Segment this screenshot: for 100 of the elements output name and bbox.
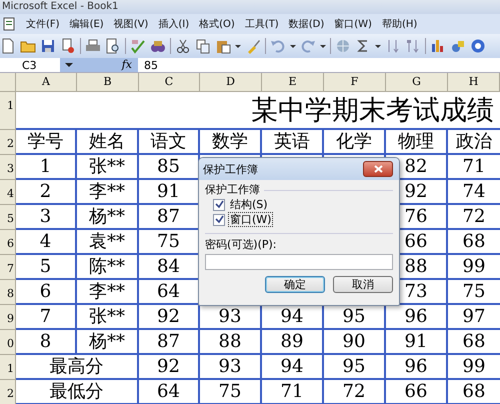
row-header[interactable]: 7 <box>0 255 16 280</box>
name-box[interactable]: C3 <box>0 58 60 72</box>
menu-item[interactable]: 文件(F) <box>26 17 60 31</box>
table-cell: 76 <box>404 206 428 226</box>
close-icon <box>374 165 382 173</box>
row-header[interactable]: 2 <box>0 130 16 155</box>
table-cell: 张** <box>89 156 125 176</box>
cut-icon[interactable] <box>175 38 191 54</box>
table-cell: 5 <box>40 256 52 276</box>
print-preview-icon[interactable] <box>105 38 121 54</box>
table-cell: 72 <box>342 382 366 402</box>
column-header[interactable]: E <box>262 73 324 92</box>
menu-item[interactable]: 格式(O) <box>199 17 235 31</box>
formula-field[interactable]: 85 <box>138 58 500 72</box>
table-cell: 88 <box>404 256 428 276</box>
menu-item[interactable]: 窗口(W) <box>334 17 372 31</box>
table-cell: 姓名 <box>89 132 125 152</box>
column-header[interactable]: H <box>448 73 500 92</box>
document-icon[interactable] <box>2 17 16 31</box>
table-cell: 物理 <box>398 132 434 152</box>
table-cell: 最低分 <box>50 382 104 402</box>
row-header[interactable]: 0 <box>0 330 16 355</box>
close-button[interactable] <box>363 161 393 177</box>
column-header[interactable]: G <box>386 73 448 92</box>
spelling-icon[interactable] <box>130 38 146 54</box>
table-cell: 66 <box>404 382 428 402</box>
table-cell: 92 <box>157 306 180 326</box>
table-cell: 89 <box>280 332 304 352</box>
table-cell: 85 <box>157 156 180 176</box>
column-header[interactable]: A <box>16 73 77 92</box>
table-cell: 政治 <box>456 132 492 152</box>
field-label: 密码(可选)(P): <box>205 238 278 252</box>
help-icon[interactable] <box>470 38 486 54</box>
table-cell: 96 <box>404 356 428 376</box>
checkbox[interactable] <box>213 214 225 226</box>
column-header[interactable]: C <box>139 73 200 92</box>
password-field[interactable] <box>205 254 393 270</box>
table-cell: 99 <box>462 256 486 276</box>
name-box-dropdown[interactable] <box>60 58 78 72</box>
caret-icon <box>65 62 73 68</box>
menu-item[interactable]: 工具(T) <box>244 17 279 31</box>
column-header[interactable]: D <box>200 73 262 92</box>
row-header[interactable]: 2 <box>0 380 16 404</box>
table-cell: 数学 <box>212 132 248 152</box>
print-icon[interactable] <box>85 38 101 54</box>
paste-icon[interactable] <box>215 38 231 54</box>
column-header[interactable]: F <box>324 73 386 92</box>
copy-icon[interactable] <box>195 38 211 54</box>
table-cell: 94 <box>280 306 304 326</box>
table-cell: 71 <box>280 382 304 402</box>
window-title: Microsoft Excel - Book1 <box>2 1 118 13</box>
row-header[interactable]: 4 <box>0 180 16 205</box>
table-cell: 6 <box>40 282 52 302</box>
menu-item[interactable]: 帮助(H) <box>382 17 418 31</box>
table-cell: 97 <box>462 306 486 326</box>
menu-item[interactable]: 编辑(E) <box>70 17 104 31</box>
ok-button[interactable]: 确定 <box>265 276 325 293</box>
row-header[interactable]: 1 <box>0 92 16 130</box>
table-cell: 92 <box>404 182 428 202</box>
table-cell: 袁** <box>89 232 125 252</box>
table-cell: 93 <box>218 356 242 376</box>
menu-item[interactable]: 数据(D) <box>288 17 324 31</box>
row-header[interactable]: 8 <box>0 280 16 305</box>
chart-icon[interactable] <box>430 38 446 54</box>
checkbox[interactable] <box>213 198 225 210</box>
table-cell: 3 <box>40 206 52 226</box>
table-cell: 英语 <box>274 132 310 152</box>
row-header[interactable]: 1 <box>0 355 16 380</box>
column-header[interactable]: B <box>77 73 139 92</box>
dialog-title: 保护工作簿 <box>203 162 258 176</box>
drawing-icon[interactable] <box>450 38 466 54</box>
group-label: 保护工作簿 <box>205 183 260 197</box>
row-header[interactable]: 3 <box>0 155 16 180</box>
insert-function-button[interactable]: fx <box>78 58 138 72</box>
sheet-title: 某中学期末考试成绩 <box>251 94 494 128</box>
save-icon[interactable] <box>40 38 56 54</box>
table-cell: 68 <box>462 232 486 252</box>
table-cell: 87 <box>157 206 180 226</box>
cancel-button[interactable]: 取消 <box>333 276 393 293</box>
table-cell: 72 <box>462 206 486 226</box>
new-document-icon[interactable] <box>0 38 16 54</box>
checkbox-label[interactable]: 结构(S) <box>228 197 270 212</box>
row-header[interactable]: 6 <box>0 230 16 255</box>
table-cell: 73 <box>404 282 428 302</box>
table-cell: 68 <box>462 332 486 352</box>
table-cell: 91 <box>157 182 180 202</box>
sort-descending-icon[interactable] <box>405 38 421 54</box>
table-cell: 李** <box>89 182 125 202</box>
menu-item[interactable]: 视图(V) <box>114 17 148 31</box>
row-header[interactable]: 9 <box>0 305 16 330</box>
table-cell: 1 <box>40 156 52 176</box>
row-header[interactable]: 5 <box>0 205 16 230</box>
binoculars-icon[interactable] <box>150 38 166 54</box>
table-cell: 94 <box>280 356 304 376</box>
menu-item[interactable]: 插入(I) <box>158 17 190 31</box>
table-cell: 93 <box>218 306 242 326</box>
table-cell: 95 <box>342 356 366 376</box>
table-cell: 74 <box>462 182 486 202</box>
table-cell: 71 <box>462 156 486 176</box>
checkbox-label[interactable]: 窗口(W) <box>228 212 274 227</box>
